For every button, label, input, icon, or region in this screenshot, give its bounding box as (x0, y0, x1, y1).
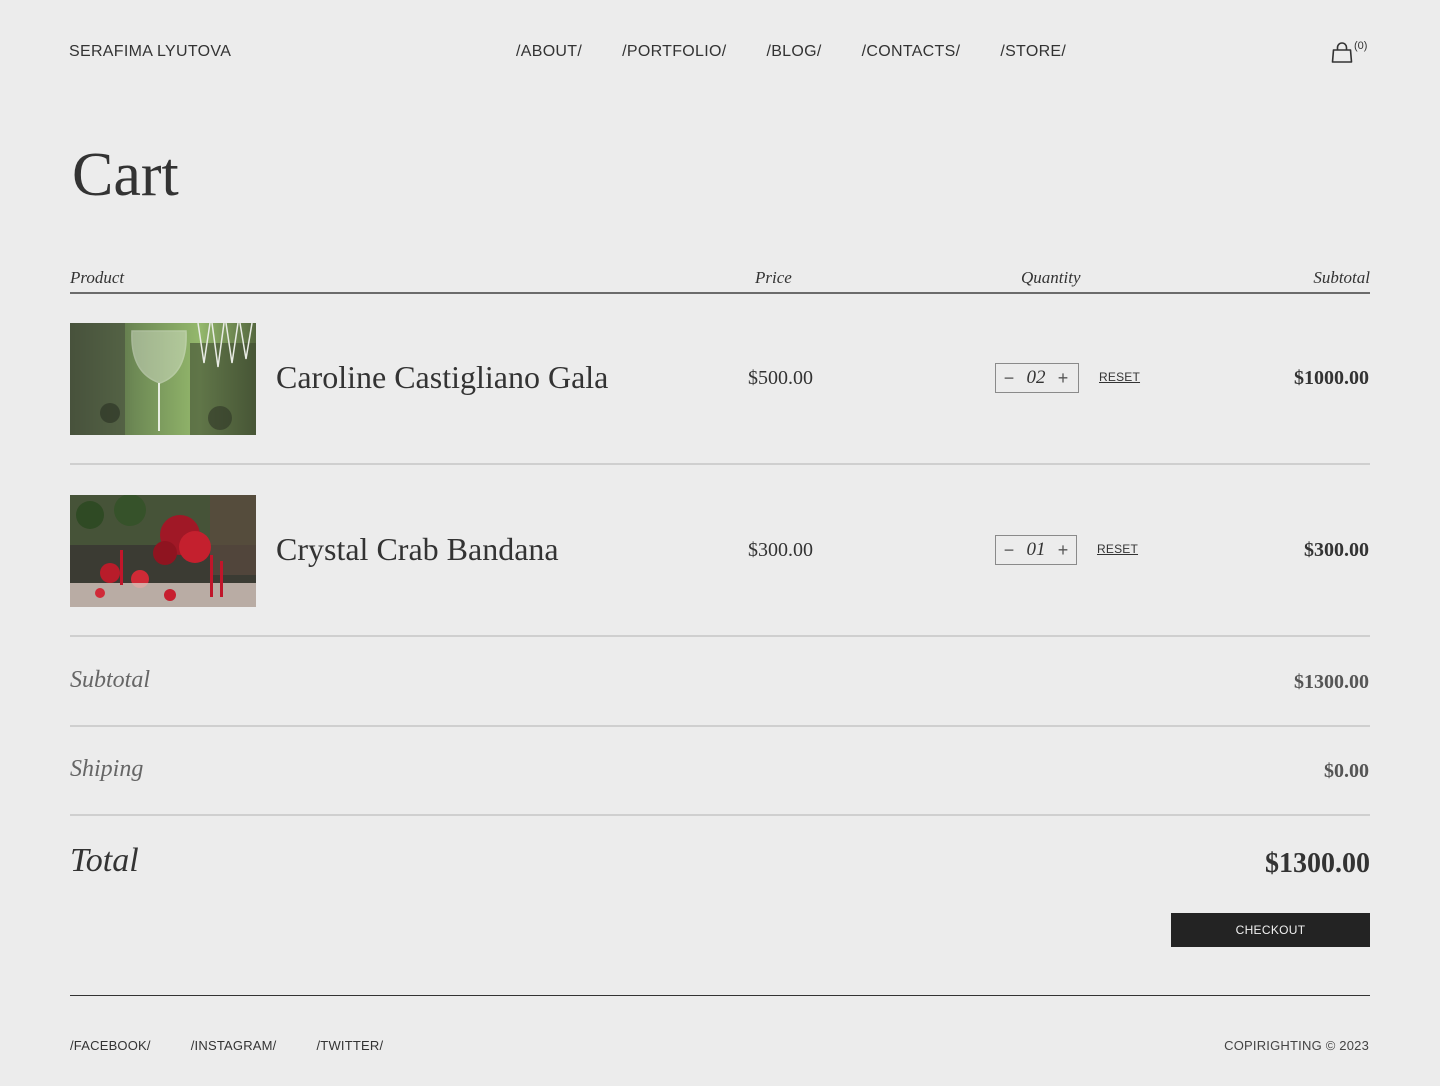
product-price: $500.00 (748, 367, 813, 389)
product-name[interactable]: Caroline Castigliano Gala (276, 359, 608, 396)
checkout-button[interactable]: CHECKOUT (1171, 913, 1370, 947)
quantity-stepper: − 01 + (995, 535, 1077, 565)
column-quantity: Quantity (1021, 268, 1081, 287)
quantity-stepper: − 02 + (995, 363, 1079, 393)
footer-divider (70, 995, 1370, 996)
reset-button[interactable]: RESET (1099, 370, 1140, 384)
product-subtotal: $300.00 (1304, 539, 1369, 561)
summary-subtotal-value: $1300.00 (1294, 671, 1369, 693)
quantity-value[interactable]: 01 (1022, 539, 1050, 561)
cart-count: (0) (1354, 40, 1368, 52)
column-subtotal: Subtotal (1313, 268, 1370, 287)
facebook-link[interactable]: /FACEBOOK/ (70, 1038, 151, 1053)
summary-subtotal-row: Subtotal $1300.00 (70, 637, 1370, 727)
total-label: Total (70, 842, 139, 879)
summary-subtotal-label: Subtotal (70, 667, 151, 693)
plus-icon[interactable]: + (1050, 364, 1076, 392)
minus-icon[interactable]: − (996, 364, 1022, 392)
nav-about[interactable]: /ABOUT/ (516, 43, 582, 61)
product-price: $300.00 (748, 539, 813, 561)
summary-shipping-row: Shiping $0.00 (70, 726, 1370, 816)
twitter-link[interactable]: /TWITTER/ (317, 1038, 384, 1053)
nav-blog[interactable]: /BLOG/ (766, 43, 821, 61)
total-value: $1300.00 (1265, 848, 1370, 879)
social-links: /FACEBOOK/ /INSTAGRAM/ /TWITTER/ (70, 1038, 383, 1053)
cart-row: Caroline Castigliano Gala $500.00 − 02 +… (70, 293, 1370, 465)
instagram-link[interactable]: /INSTAGRAM/ (191, 1038, 277, 1053)
minus-icon[interactable]: − (996, 536, 1022, 564)
page-title: Cart (72, 141, 179, 209)
quantity-value[interactable]: 02 (1022, 367, 1050, 389)
cart-table-header: Product Price Quantity Subtotal (70, 268, 1370, 294)
brand-logo[interactable]: SERAFIMA LYUTOVA (69, 43, 231, 61)
product-subtotal: $1000.00 (1294, 367, 1369, 389)
product-image-wine-glass[interactable] (70, 323, 256, 435)
product-image-roses-table[interactable] (70, 495, 256, 607)
nav-store[interactable]: /STORE/ (1000, 43, 1066, 61)
reset-button[interactable]: RESET (1097, 542, 1138, 556)
summary-shipping-label: Shiping (70, 756, 144, 782)
column-price: Price (755, 268, 792, 287)
nav-contacts[interactable]: /CONTACTS/ (862, 43, 961, 61)
column-product: Product (70, 268, 125, 287)
nav-portfolio[interactable]: /PORTFOLIO/ (622, 43, 726, 61)
product-name[interactable]: Crystal Crab Bandana (276, 531, 559, 568)
main-nav: /ABOUT/ /PORTFOLIO/ /BLOG/ /CONTACTS/ /S… (516, 43, 1066, 61)
cart-row: Crystal Crab Bandana $300.00 − 01 + RESE… (70, 465, 1370, 637)
summary-shipping-value: $0.00 (1324, 760, 1369, 782)
plus-icon[interactable]: + (1050, 536, 1076, 564)
copyright: COPIRIGHTING © 2023 (1224, 1038, 1369, 1053)
